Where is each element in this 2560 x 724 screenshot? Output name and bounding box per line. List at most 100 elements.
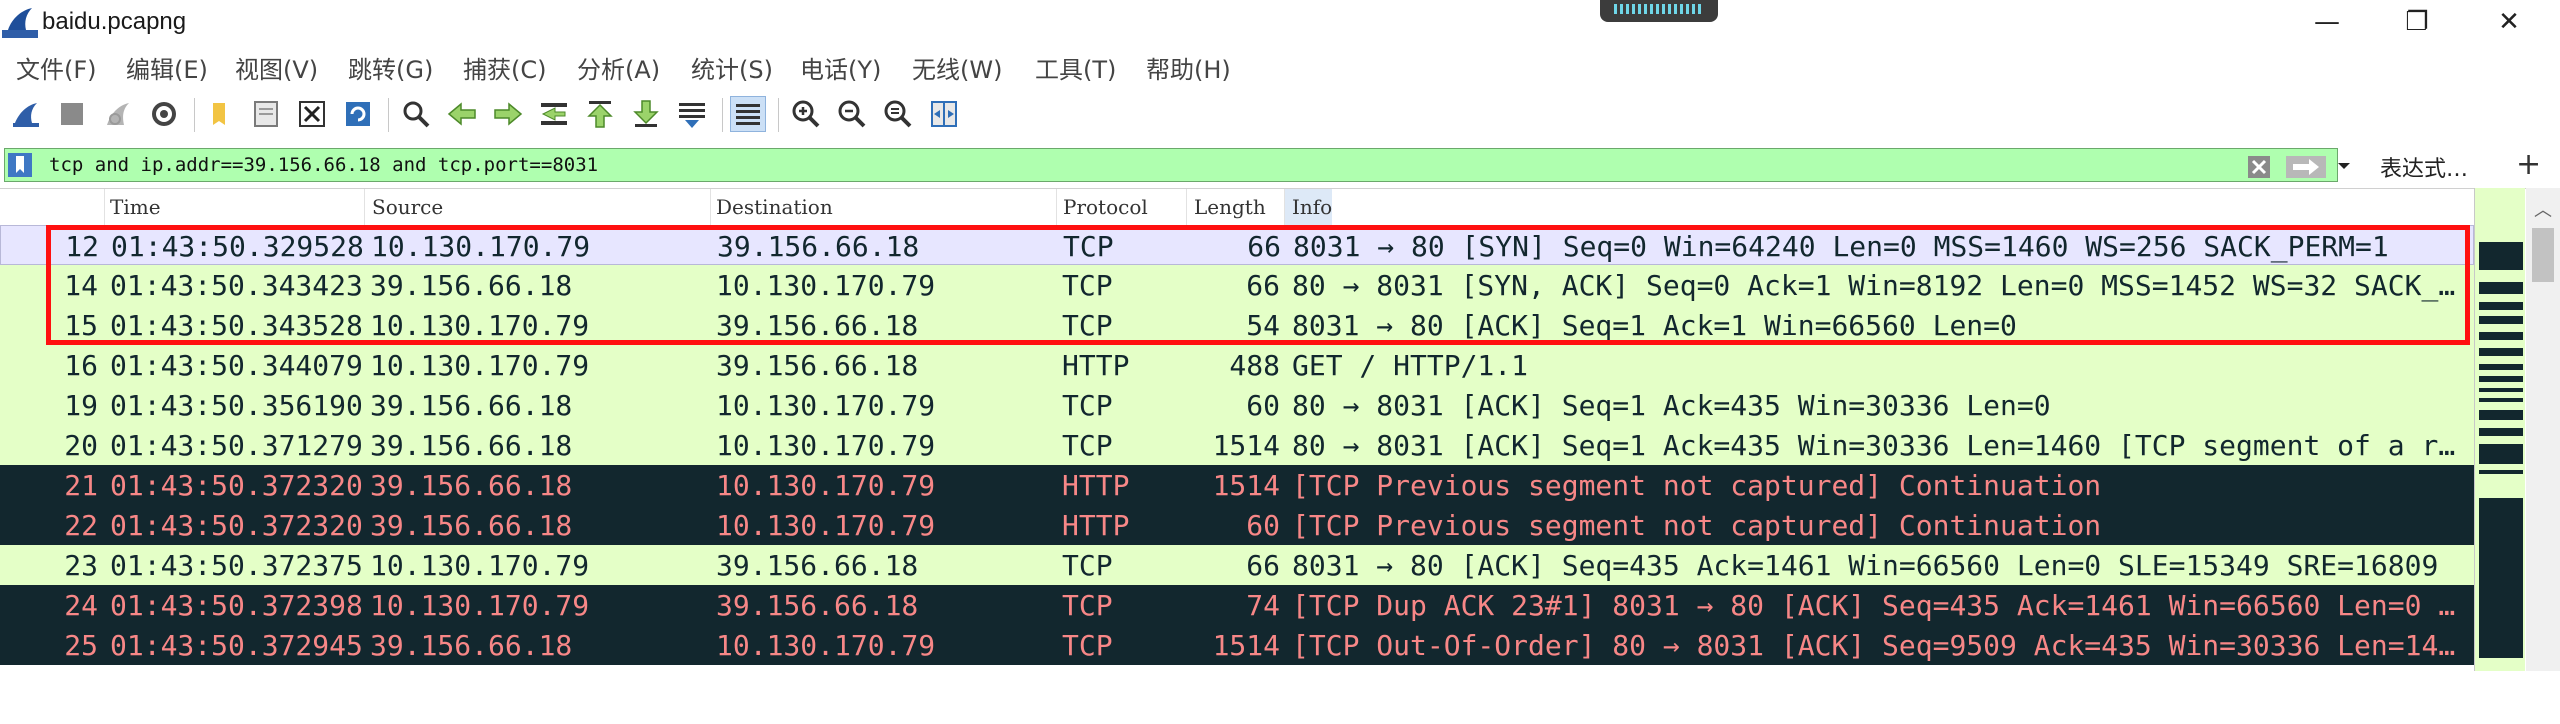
packet-number: 16 — [64, 349, 98, 382]
packet-source: 39.156.66.18 — [370, 429, 573, 462]
packet-list-header: Time Source Destination Protocol Length … — [0, 189, 2474, 226]
clear-filter-icon[interactable] — [2247, 155, 2271, 179]
column-header-time[interactable]: Time — [110, 195, 161, 219]
packet-source: 39.156.66.18 — [370, 469, 573, 502]
packet-source: 39.156.66.18 — [370, 629, 573, 662]
menu-edit[interactable]: 编辑(E) — [126, 50, 208, 85]
expression-button[interactable]: 表达式… — [2380, 151, 2468, 183]
filter-history-dropdown-icon[interactable] — [2335, 159, 2353, 173]
capture-options-gear-icon[interactable] — [146, 96, 182, 132]
packet-info: [TCP Out-Of-Order] 80 → 8031 [ACK] Seq=9… — [1292, 629, 2468, 662]
menu-wireless[interactable]: 无线(W) — [912, 50, 1002, 85]
go-to-packet-icon[interactable] — [536, 96, 572, 132]
packet-length: 1514 — [1212, 629, 1280, 662]
go-last-icon[interactable] — [628, 96, 664, 132]
packet-row[interactable]: 23 01:43:50.372375 10.130.170.79 39.156.66.… — [0, 545, 2474, 585]
autoscroll-icon[interactable] — [674, 96, 710, 132]
zoom-in-icon[interactable] — [788, 96, 824, 132]
column-header-info[interactable]: Info — [1292, 195, 1332, 219]
menu-file[interactable]: 文件(F) — [16, 50, 97, 85]
menu-capture[interactable]: 捕获(C) — [463, 50, 546, 85]
packet-source: 10.130.170.79 — [370, 589, 590, 622]
shark-fin-start-icon[interactable] — [8, 96, 44, 132]
packet-protocol: TCP — [1062, 309, 1113, 342]
display-filter-bar: tcp and ip.addr==39.156.66.18 and tcp.po… — [0, 145, 2560, 185]
packet-row[interactable]: 14 01:43:50.343423 39.156.66.18 10.130.170.… — [0, 265, 2474, 305]
main-toolbar — [0, 90, 2560, 142]
packet-row[interactable]: 12 01:43:50.329528 10.130.170.79 39.156.66.… — [0, 225, 2474, 265]
packet-destination: 10.130.170.79 — [716, 389, 936, 422]
packet-length: 60 — [1246, 509, 1280, 542]
restore-button[interactable]: ❐ — [2382, 2, 2452, 42]
packet-length: 60 — [1246, 389, 1280, 422]
go-first-icon[interactable] — [582, 96, 618, 132]
menu-tools[interactable]: 工具(T) — [1035, 50, 1116, 85]
packet-destination: 10.130.170.79 — [716, 269, 936, 302]
packet-source: 10.130.170.79 — [370, 349, 590, 382]
packet-row[interactable]: 15 01:43:50.343528 10.130.170.79 39.156.66.… — [0, 305, 2474, 345]
column-header-protocol[interactable]: Protocol — [1063, 195, 1148, 219]
packet-source: 39.156.66.18 — [370, 389, 573, 422]
packet-row[interactable]: 20 01:43:50.371279 39.156.66.18 10.130.170.… — [0, 425, 2474, 465]
menu-help[interactable]: 帮助(H) — [1146, 50, 1231, 85]
packet-length: 1514 — [1212, 469, 1280, 502]
wireshark-logo-icon — [2, 8, 38, 38]
column-header-destination[interactable]: Destination — [716, 195, 833, 219]
packet-row[interactable]: 21 01:43:50.372320 39.156.66.18 10.130.170.… — [0, 465, 2474, 505]
apply-filter-arrow-icon[interactable] — [2285, 155, 2327, 179]
menu-go[interactable]: 跳转(G) — [348, 50, 433, 85]
packet-row[interactable]: 24 01:43:50.372398 10.130.170.79 39.156.66.… — [0, 585, 2474, 625]
packet-info: 80 → 8031 [ACK] Seq=1 Ack=435 Win=30336 … — [1292, 389, 2051, 422]
window-title: baidu.pcapng — [42, 8, 187, 35]
packet-row[interactable]: 25 01:43:50.372945 39.156.66.18 10.130.170.… — [0, 625, 2474, 665]
packet-info: [TCP Dup ACK 23#1] 8031 → 80 [ACK] Seq=4… — [1292, 589, 2468, 622]
packet-source: 10.130.170.79 — [371, 230, 591, 263]
packet-info: 8031 → 80 [SYN] Seq=0 Win=64240 Len=0 MS… — [1293, 230, 2389, 263]
close-window-button[interactable]: ✕ — [2474, 2, 2544, 42]
zoom-reset-icon[interactable] — [880, 96, 916, 132]
close-file-icon[interactable] — [294, 96, 330, 132]
packet-info: GET / HTTP/1.1 — [1292, 349, 1529, 382]
column-header-source[interactable]: Source — [372, 195, 443, 219]
packet-minimap[interactable] — [2474, 188, 2525, 671]
go-back-icon[interactable] — [444, 96, 480, 132]
column-header-length[interactable]: Length — [1194, 195, 1266, 219]
packet-protocol: TCP — [1062, 429, 1113, 462]
minimize-button[interactable]: — — [2292, 2, 2362, 42]
title-bar: baidu.pcapng — ❐ ✕ — [0, 0, 2560, 44]
packet-number: 22 — [64, 509, 98, 542]
packet-source: 39.156.66.18 — [370, 509, 573, 542]
scroll-up-icon[interactable]: ︿ — [2534, 196, 2552, 222]
menu-analyze[interactable]: 分析(A) — [577, 50, 660, 85]
save-file-icon[interactable] — [248, 96, 284, 132]
packet-time: 01:43:50.372945 — [110, 629, 363, 662]
colorize-icon[interactable] — [730, 96, 766, 132]
packet-row[interactable]: 16 01:43:50.344079 10.130.170.79 39.156.66.… — [0, 345, 2474, 385]
menu-view[interactable]: 视图(V) — [235, 50, 318, 85]
go-forward-icon[interactable] — [490, 96, 526, 132]
packet-row[interactable]: 19 01:43:50.356190 39.156.66.18 10.130.170.… — [0, 385, 2474, 425]
stop-square-icon[interactable] — [54, 96, 90, 132]
bookmark-icon[interactable] — [7, 152, 33, 178]
packet-destination: 39.156.66.18 — [716, 549, 919, 582]
display-filter-input[interactable]: tcp and ip.addr==39.156.66.18 and tcp.po… — [4, 148, 2350, 182]
find-packet-icon[interactable] — [398, 96, 434, 132]
packet-protocol: HTTP — [1062, 469, 1130, 502]
restart-fin-icon[interactable] — [100, 96, 136, 132]
menu-telephony[interactable]: 电话(Y) — [800, 50, 881, 85]
resize-columns-icon[interactable] — [926, 96, 962, 132]
packet-time: 01:43:50.343423 — [110, 269, 363, 302]
scrollbar-thumb[interactable] — [2532, 228, 2554, 282]
filter-text[interactable]: tcp and ip.addr==39.156.66.18 and tcp.po… — [49, 154, 598, 176]
menu-bar: 文件(F) 编辑(E) 视图(V) 跳转(G) 捕获(C) 分析(A) 统计(S… — [0, 46, 2560, 86]
packet-info: [TCP Previous segment not captured] Cont… — [1292, 509, 2102, 542]
zoom-out-icon[interactable] — [834, 96, 870, 132]
add-filter-button[interactable]: + — [2516, 147, 2541, 182]
open-folder-icon[interactable] — [202, 96, 238, 132]
reload-file-icon[interactable] — [340, 96, 376, 132]
menu-statistics[interactable]: 统计(S) — [691, 50, 773, 85]
vertical-scrollbar[interactable]: ︿ — [2526, 188, 2560, 671]
packet-info: 8031 → 80 [ACK] Seq=1 Ack=1 Win=66560 Le… — [1292, 309, 2017, 342]
packet-number: 21 — [64, 469, 98, 502]
packet-row[interactable]: 22 01:43:50.372320 39.156.66.18 10.130.170.… — [0, 505, 2474, 545]
